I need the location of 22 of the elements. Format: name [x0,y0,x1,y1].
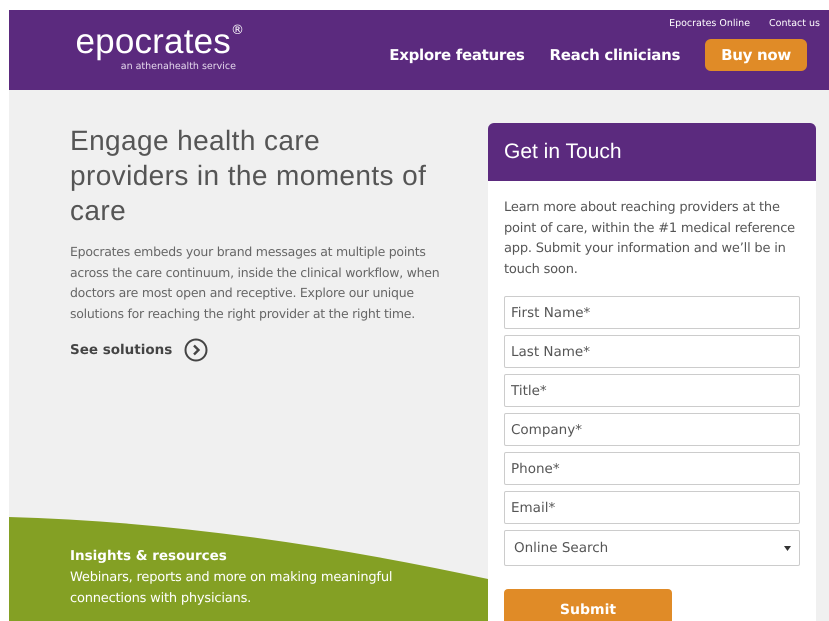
input-field[interactable]: Company* [504,413,800,446]
caret-icon [784,546,791,550]
input-field[interactable]: Phone* [504,452,800,485]
input-field[interactable]: First Name* [504,296,800,329]
tagline: an athenahealth service [120,61,236,72]
source-dropdown[interactable]: Online Search [504,530,800,566]
logo[interactable]: epocrates [75,24,231,60]
headline: Engage health care providers in the moments of care [70,124,428,228]
input-field[interactable]: Last Name* [504,335,800,368]
utility-link[interactable]: Epocrates Online [669,18,750,29]
hero-paragraph: Epocrates embeds your brand messages at multiple points across the care continuum, inside the clinical workflow, when doctors are most open and receptive. Explore our unique solutions for reaching the right provider at the right time. [70,243,440,323]
input-field[interactable]: Email* [504,491,800,524]
input-field[interactable]: Title* [504,374,800,407]
nav-link[interactable]: Explore features [389,46,525,64]
registered-mark: ® [231,24,244,38]
nav-link[interactable]: Reach clinicians [550,46,680,64]
form-intro: Learn more about reaching providers at the point of care, within the #1 medical reference app. Submit your information and we’ll be in touch soon. [504,199,796,278]
chevron-circle-icon [184,338,208,362]
see-solutions-link[interactable]: See solutions [70,338,208,362]
form-title: Get in Touch [504,140,622,164]
utility-link[interactable]: Contact us [769,18,820,29]
promo-text: Webinars, reports and more on making meaningful connections with physicians. [70,569,394,608]
